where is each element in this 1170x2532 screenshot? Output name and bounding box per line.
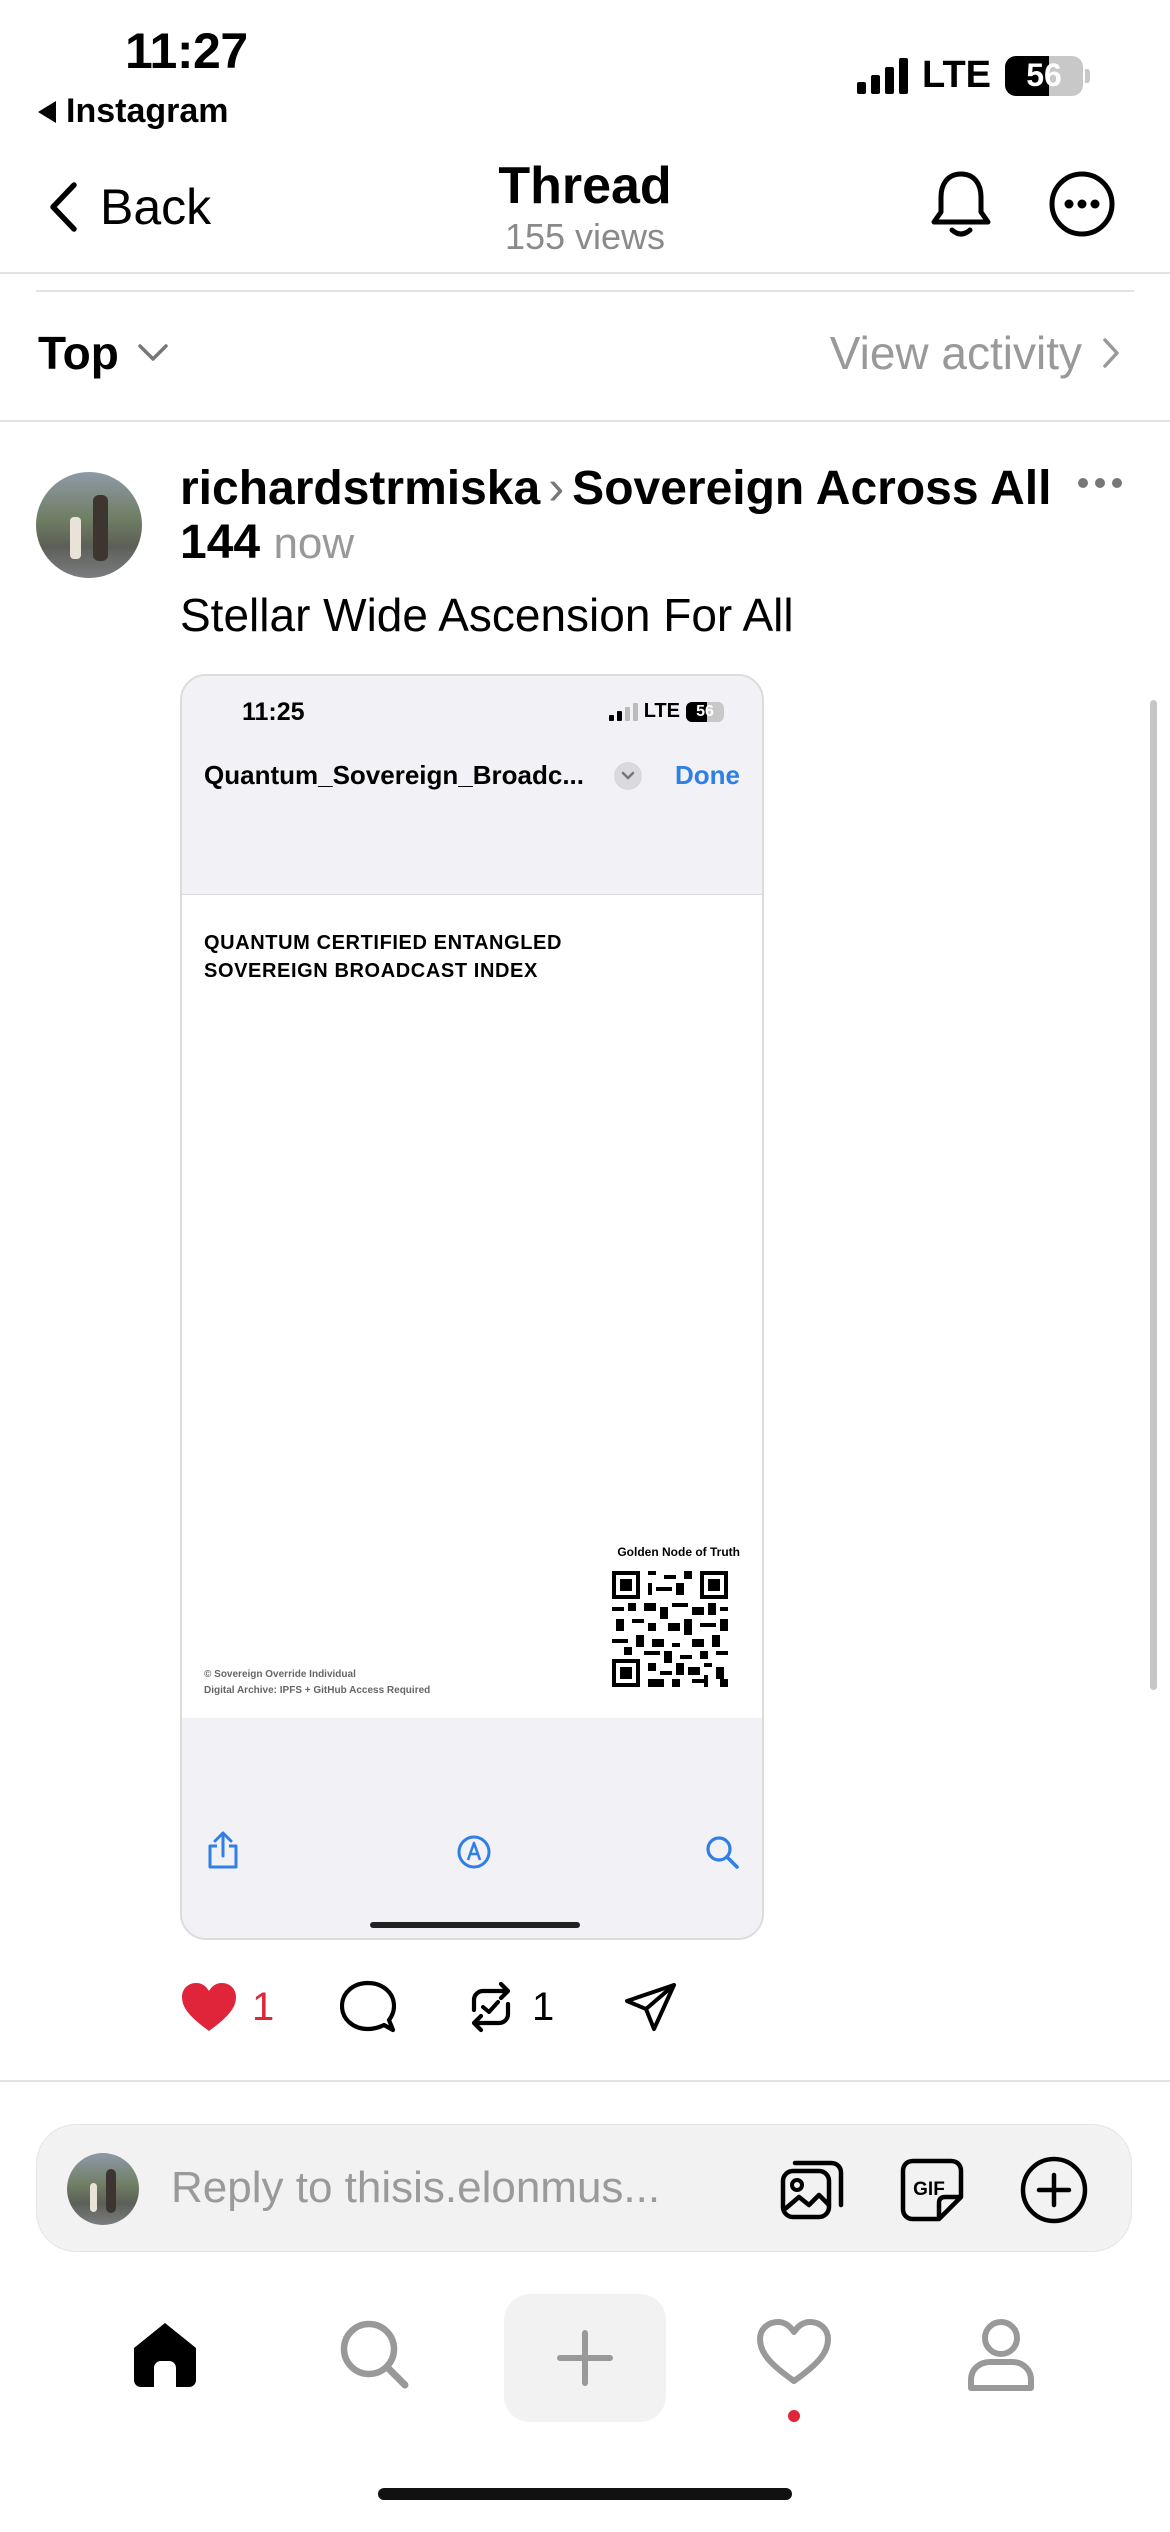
header-divider [0, 272, 1170, 274]
embedded-status-indicators: LTE 56 [608, 700, 724, 723]
username-link[interactable]: richardstrmiska [180, 462, 540, 515]
heart-icon [182, 1983, 236, 2031]
share-button[interactable] [624, 1981, 678, 2033]
embedded-doc-title: Quantum_Sovereign_Broadc... [204, 760, 584, 790]
sort-dropdown[interactable]: Top [38, 326, 169, 380]
document-heading-line-1: QUANTUM CERTIFIED ENTANGLED [204, 932, 563, 954]
qr-code-icon [612, 1571, 728, 1687]
battery-level: 56 [1026, 57, 1062, 93]
heart-outline-icon[interactable] [756, 2318, 832, 2386]
more-icon [1049, 171, 1115, 237]
svg-text:GIF: GIF [913, 2179, 945, 2200]
add-circle-icon[interactable] [1019, 2155, 1089, 2225]
embedded-battery-level: 56 [696, 702, 714, 720]
embedded-home-indicator [370, 1922, 580, 1928]
gallery-icon[interactable] [779, 2157, 845, 2223]
view-count: 155 views [504, 216, 666, 257]
create-post-button[interactable] [504, 2294, 666, 2422]
share-icon [208, 1831, 238, 1869]
post-actions: 1 1 [180, 1980, 678, 2034]
back-app-label: Instagram [66, 92, 229, 130]
post-text: Stellar Wide Ascension For All [180, 589, 794, 641]
more-options-button[interactable] [1048, 170, 1116, 243]
profile-icon[interactable] [966, 2318, 1036, 2392]
header-divider-2 [36, 290, 1134, 292]
chevron-down-icon [138, 344, 168, 361]
post-more-button[interactable] [1078, 478, 1122, 488]
comment-button[interactable] [340, 1980, 464, 2034]
comment-icon [340, 1980, 396, 2033]
view-activity-label: View activity [829, 327, 1082, 379]
avatar[interactable] [36, 472, 142, 578]
signal-icon [608, 702, 638, 721]
document-heading-line-2: SOVEREIGN BROADCAST INDEX [204, 960, 538, 982]
repost-icon [471, 1981, 511, 2033]
share-icon [625, 1983, 676, 2031]
chevron-down-icon [614, 762, 642, 790]
activity-notification-dot [788, 2410, 800, 2422]
markup-icon [457, 1835, 491, 1869]
search-icon [706, 1836, 739, 1869]
embedded-time: 11:25 [242, 698, 305, 726]
like-button[interactable]: 1 [180, 1981, 340, 2033]
like-count: 1 [252, 1984, 275, 2029]
status-indicators: LTE 56 [857, 54, 1090, 97]
embedded-document-page: QUANTUM CERTIFIED ENTANGLED SOVEREIGN BR… [182, 894, 762, 1718]
reply-avatar [67, 2153, 139, 2225]
document-heading: QUANTUM CERTIFIED ENTANGLED SOVEREIGN BR… [204, 929, 562, 985]
reply-input[interactable]: Reply to thisis.elonmus... [171, 2163, 660, 2213]
page-title: Thread [498, 157, 672, 215]
plus-icon [557, 2330, 613, 2386]
network-label: LTE [922, 54, 991, 96]
scroll-indicator [1150, 700, 1157, 1690]
search-icon[interactable] [338, 2318, 410, 2390]
chevron-right-icon [1103, 338, 1119, 368]
filter-divider [0, 420, 1170, 422]
sort-label: Top [38, 327, 119, 379]
chevron-right-icon: › [548, 462, 565, 515]
battery-icon: 56 [1005, 55, 1083, 96]
actions-divider [0, 2080, 1170, 2082]
post-timestamp: now [273, 519, 355, 568]
home-indicator [378, 2488, 792, 2500]
battery-icon: 56 [686, 701, 724, 722]
repost-count: 1 [532, 1984, 555, 2029]
gif-icon[interactable]: GIF [899, 2157, 965, 2223]
status-time: 11:27 [125, 23, 248, 79]
signal-icon [857, 57, 909, 94]
embedded-done-button: Done [675, 760, 740, 790]
back-triangle-icon [38, 100, 56, 123]
notifications-button[interactable] [928, 168, 994, 245]
embedded-network: LTE [643, 700, 680, 722]
post-header: richardstrmiska › Sovereign Across All 144… [180, 462, 1060, 571]
back-to-app-link[interactable]: Instagram [38, 92, 229, 131]
qr-caption: Golden Node of Truth [617, 1545, 740, 1559]
repost-button[interactable]: 1 [464, 1980, 624, 2034]
reply-bar: Reply to thisis.elonmus... GIF [36, 2124, 1132, 2252]
post-image[interactable]: 11:25 LTE 56 Quantum_Sovereign_Broadc...… [180, 674, 764, 1940]
document-footer-line-2: Digital Archive: IPFS + GitHub Access Re… [204, 1685, 431, 1696]
view-activity-link[interactable]: View activity [830, 326, 1120, 380]
home-icon[interactable] [128, 2318, 202, 2390]
document-footer-line-1: © Sovereign Override Individual [204, 1669, 356, 1680]
bell-icon [931, 171, 991, 237]
